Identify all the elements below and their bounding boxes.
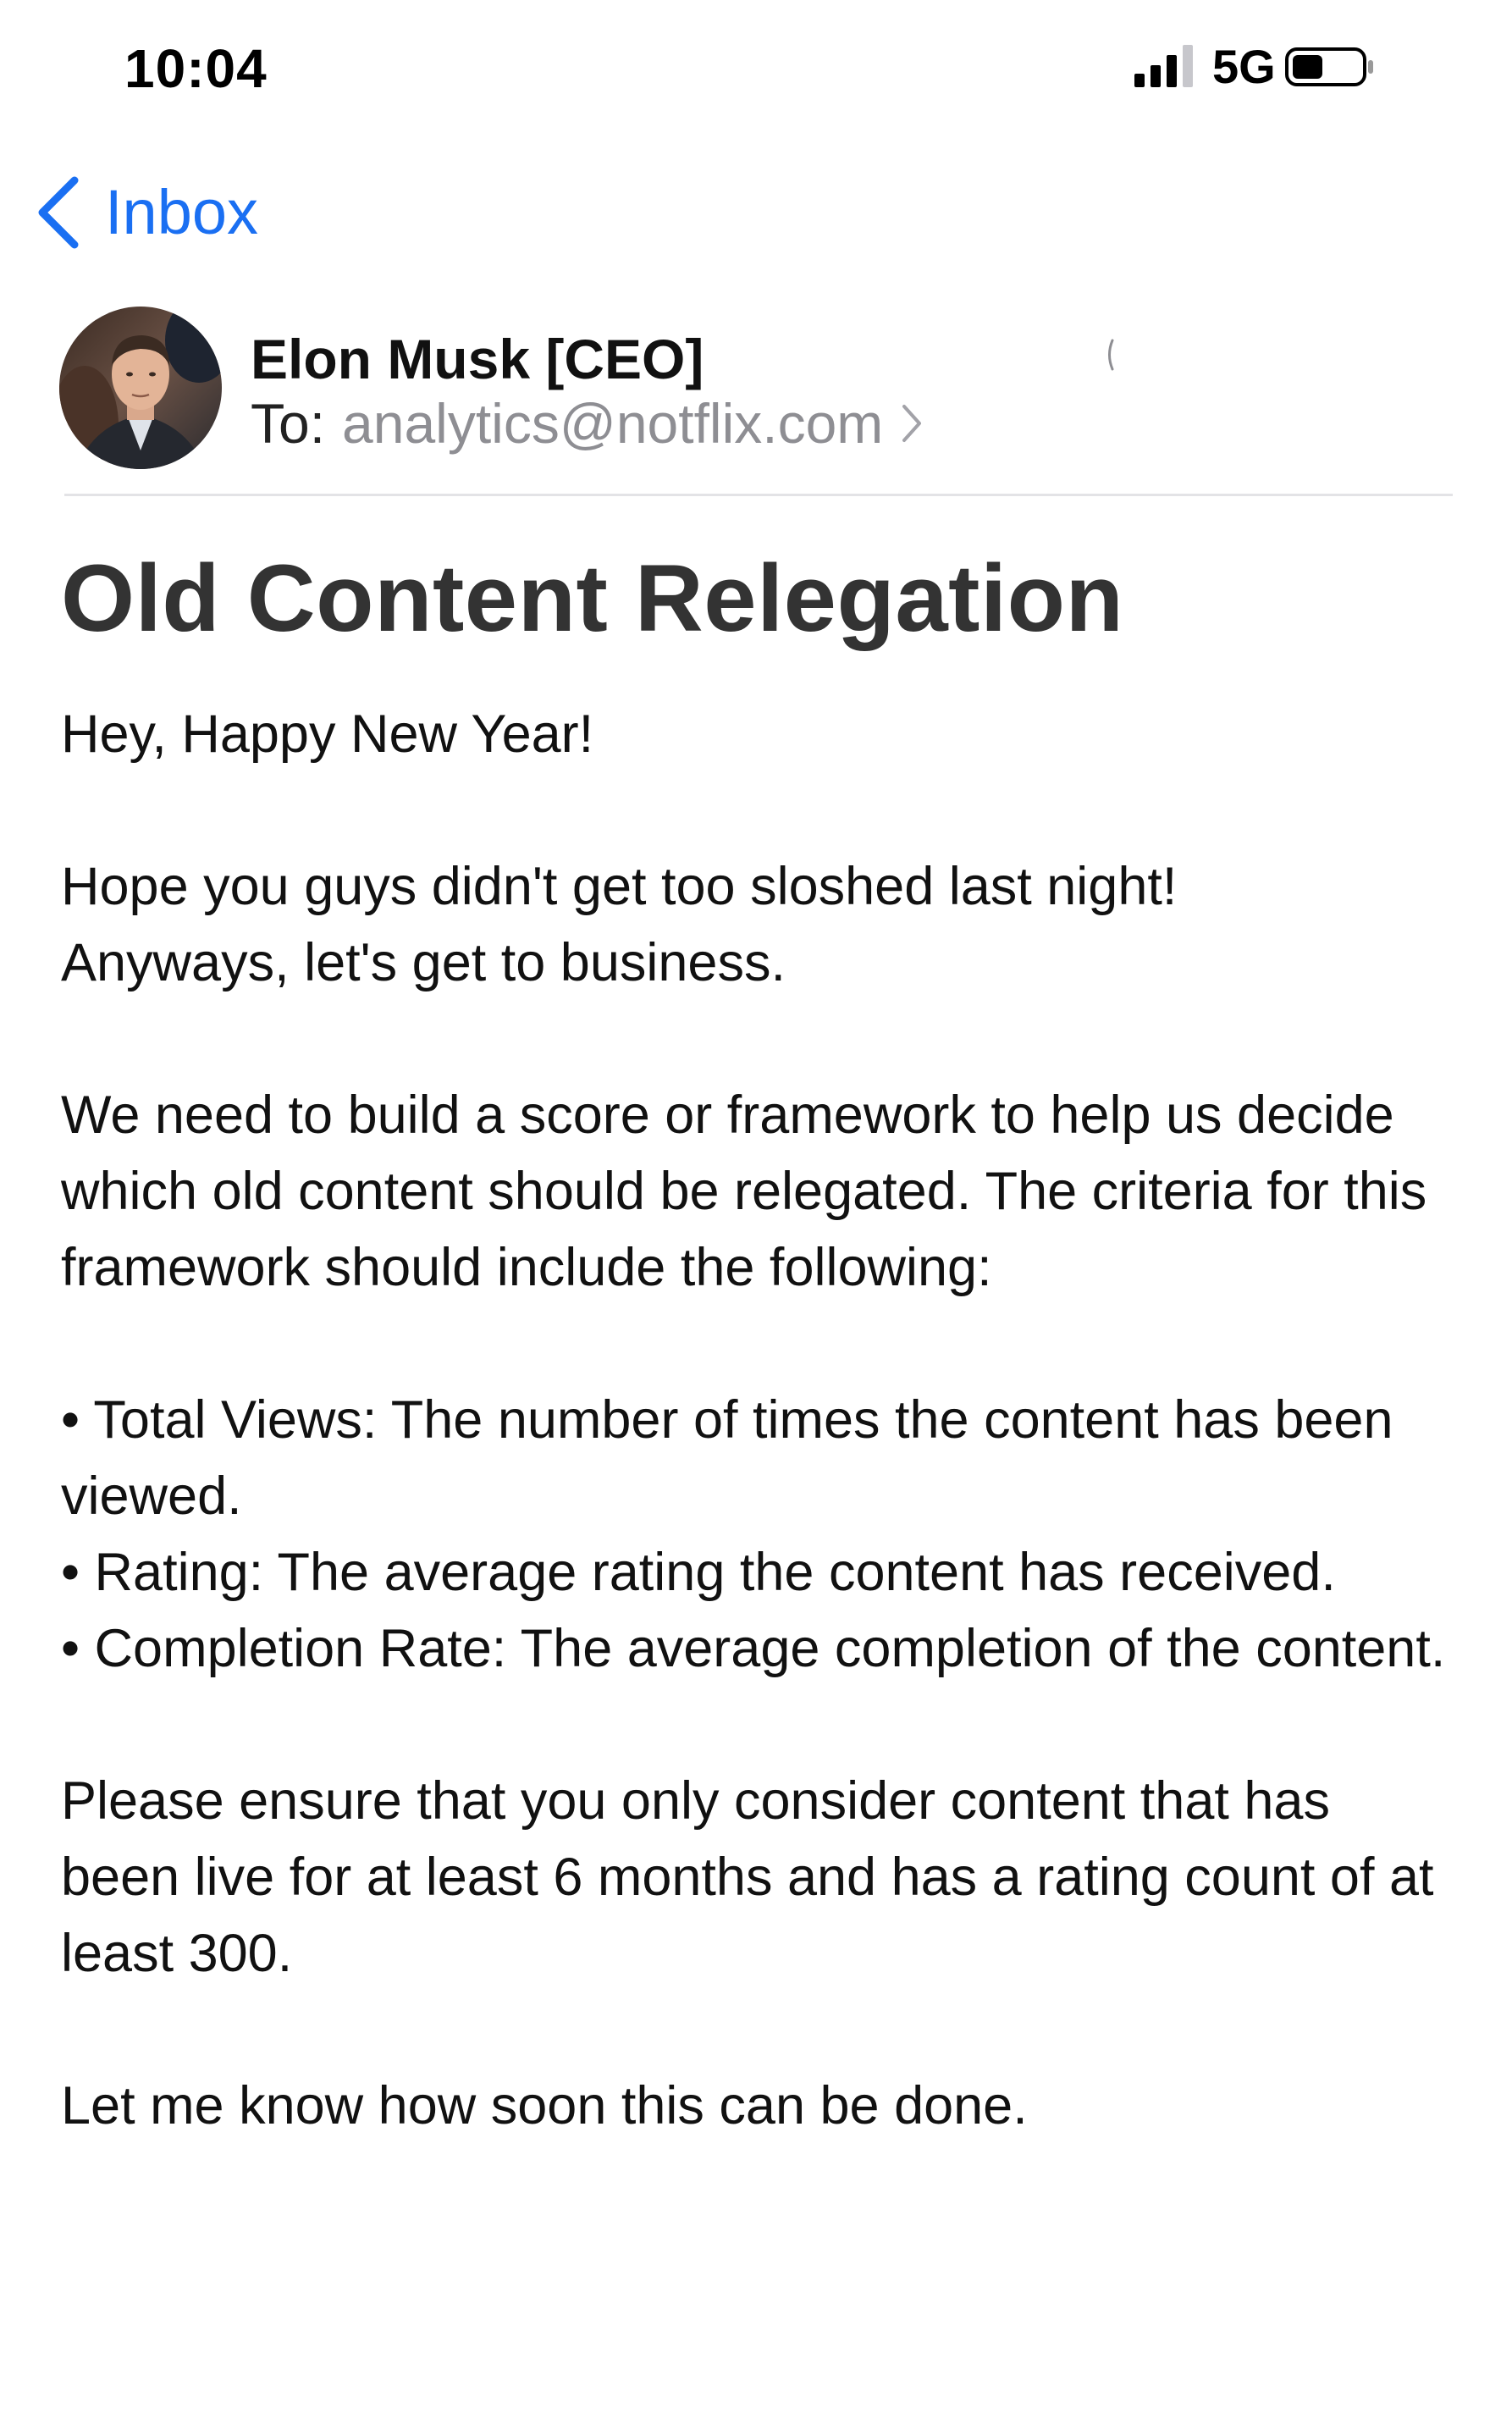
paragraph-1-line-1: Hope you guys didn't get too sloshed las… [61, 857, 1178, 916]
sender-name[interactable]: Elon Musk [CEO] [251, 327, 704, 391]
back-label: Inbox [105, 177, 259, 247]
back-to-inbox-button[interactable]: Inbox [34, 166, 258, 259]
recipient-row[interactable]: To: analytics@notflix.com [251, 391, 924, 456]
to-label: To: [251, 392, 326, 455]
sender-avatar[interactable] [59, 307, 222, 469]
paragraph-3: Please ensure that you only consider con… [61, 1771, 1434, 1983]
avatar-image [59, 307, 222, 469]
list-item: • Total Views: The number of times the c… [61, 1390, 1393, 1526]
network-type-label: 5G [1212, 40, 1276, 93]
status-bar: 10:04 5G [0, 0, 1512, 144]
email-subject: Old Content Relegation [61, 545, 1124, 651]
battery-icon [1285, 47, 1373, 86]
list-item: • Rating: The average rating the content… [61, 1543, 1336, 1602]
header-divider [64, 494, 1453, 496]
status-time: 10:04 [124, 38, 268, 99]
recipient-address[interactable]: analytics@notflix.com [342, 391, 883, 456]
list-item: • Completion Rate: The average completio… [61, 1619, 1446, 1678]
email-body: Hey, Happy New Year! Hope you guys didn'… [61, 696, 1458, 2220]
paragraph-2: We need to build a score or framework to… [61, 1085, 1427, 1297]
signal-bars-icon [1134, 45, 1193, 87]
paragraph-1-line-2: Anyways, let's get to business. [61, 933, 786, 992]
scroll-indicator [1108, 339, 1114, 371]
closing-line: Let me know how soon this can be done. [61, 2076, 1028, 2135]
criteria-list: • Total Views: The number of times the c… [61, 1382, 1458, 1687]
greeting: Hey, Happy New Year! [61, 704, 594, 764]
chevron-right-icon[interactable] [900, 403, 924, 444]
chevron-left-icon [38, 176, 79, 249]
